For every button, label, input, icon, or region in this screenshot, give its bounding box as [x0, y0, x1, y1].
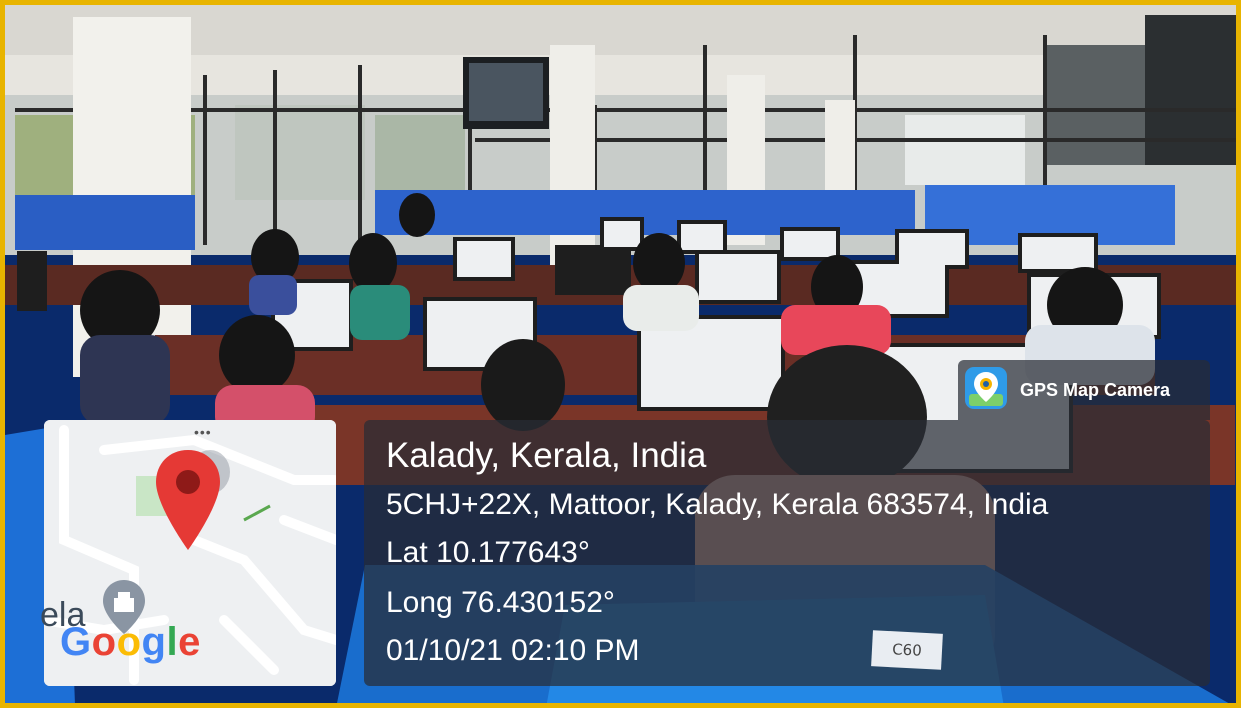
map-menu-dots[interactable]: ••• — [194, 424, 212, 440]
google-letter: l — [166, 620, 179, 664]
google-letter: G — [60, 620, 92, 664]
google-logo: Google — [60, 620, 201, 665]
latitude-value: Lat 10.177643° — [386, 536, 590, 569]
location-title: Kalady, Kerala, India — [386, 436, 707, 475]
gps-camera-icon — [965, 367, 1007, 409]
location-address: 5CHJ+22X, Mattoor, Kalady, Kerala 683574… — [386, 488, 1049, 521]
google-letter: o — [116, 620, 142, 664]
google-letter: g — [141, 620, 167, 664]
google-letter: o — [91, 620, 117, 664]
longitude-value: Long 76.430152° — [386, 586, 615, 619]
timestamp-value: 01/10/21 02:10 PM — [386, 634, 640, 667]
gps-badge-label: GPS Map Camera — [1020, 380, 1171, 400]
desk-label: C60 — [871, 630, 943, 670]
google-letter: e — [178, 620, 201, 664]
map-pin-icon — [156, 450, 230, 550]
